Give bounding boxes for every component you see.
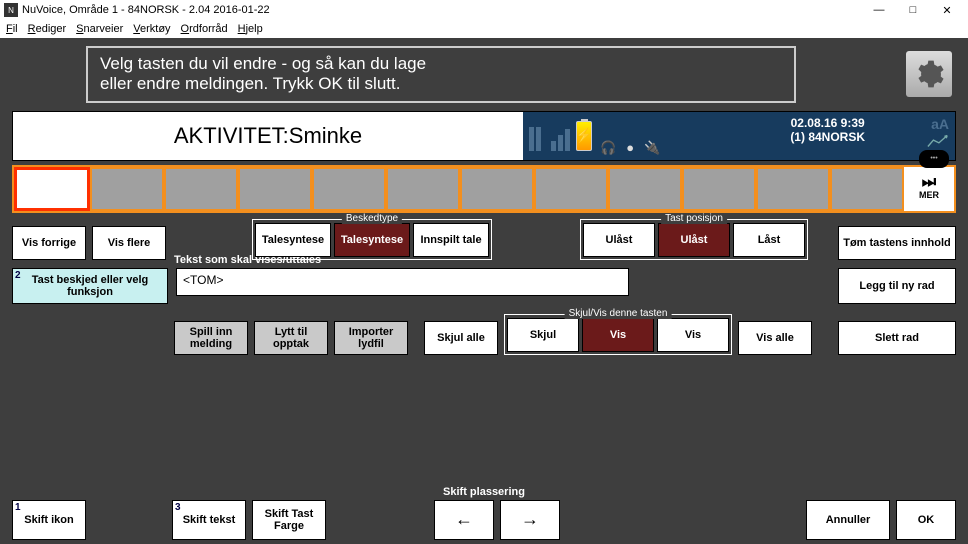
importer-lydfil-button[interactable]: Importer lydfil xyxy=(334,321,408,355)
legg-til-ny-rad-button[interactable]: Legg til ny rad xyxy=(838,268,956,304)
vis-alle-button[interactable]: Vis alle xyxy=(738,321,812,355)
microphone-icon: ● xyxy=(626,140,634,155)
menu-fil[interactable]: Fil xyxy=(6,23,18,35)
step1-number: 1 xyxy=(15,502,21,513)
menubar: Fil Rediger Snarveier Verktøy Ordforråd … xyxy=(0,20,968,38)
talesyntese-2-button[interactable]: Talesyntese xyxy=(334,223,410,257)
menu-hjelp[interactable]: Hjelp xyxy=(238,23,263,35)
skift-plassering-label: Skift plassering xyxy=(443,486,525,498)
talesyntese-1-button[interactable]: Talesyntese xyxy=(255,223,331,257)
window-titlebar: N NuVoice, Område 1 - 84NORSK - 2.04 201… xyxy=(0,0,968,20)
key-cell-10[interactable] xyxy=(682,167,756,211)
display-text: AKTIVITET:Sminke xyxy=(13,112,523,160)
key-cell-2[interactable] xyxy=(90,167,164,211)
last-button[interactable]: Låst xyxy=(733,223,805,257)
more-button[interactable]: ⏭ MER xyxy=(904,167,954,211)
key-cell-3[interactable] xyxy=(164,167,238,211)
skift-tast-farge-button[interactable]: Skift Tast Farge xyxy=(252,500,326,540)
tom-tastens-button[interactable]: Tøm tastens innhold xyxy=(838,226,956,260)
key-cell-4[interactable] xyxy=(238,167,312,211)
menu-verktoy[interactable]: Verktøy xyxy=(133,23,170,35)
plug-icon: 🔌 xyxy=(644,140,660,156)
annuller-button[interactable]: Annuller xyxy=(806,500,890,540)
signal-bars-icon xyxy=(551,129,570,151)
vis-button[interactable]: Vis xyxy=(657,318,729,352)
gear-icon xyxy=(913,58,945,90)
beskedtype-label: Beskedtype xyxy=(342,213,402,224)
spill-inn-button[interactable]: Spill inn melding xyxy=(174,321,248,355)
skift-ikon-button[interactable]: 1 Skift ikon xyxy=(12,500,86,540)
innspilt-tale-button[interactable]: Innspilt tale xyxy=(413,223,489,257)
key-cell-1[interactable] xyxy=(14,167,90,211)
step2-label: Tast beskjed eller velg funksjon xyxy=(17,274,163,298)
status-datetime: 02.08.16 9:39 xyxy=(790,116,865,130)
step2-number: 2 xyxy=(15,270,21,281)
slett-rad-button[interactable]: Slett rad xyxy=(838,321,956,355)
skift-tekst-label: Skift tekst xyxy=(183,514,236,526)
menu-rediger[interactable]: Rediger xyxy=(28,23,67,35)
headphone-icon: 🎧 xyxy=(600,140,616,156)
key-cell-7[interactable] xyxy=(460,167,534,211)
arrow-left-icon: ← xyxy=(455,510,473,530)
speech-bubble-icon[interactable]: ••• xyxy=(919,150,949,168)
arrow-right-icon: → xyxy=(521,510,539,530)
volume-bars-icon xyxy=(529,127,541,151)
skjul-alle-button[interactable]: Skjul alle xyxy=(424,321,498,355)
menu-snarveier[interactable]: Snarveier xyxy=(76,23,123,35)
instruction-line1: Velg tasten du vil endre - og så kan du … xyxy=(100,54,782,74)
font-size-indicator[interactable]: aA xyxy=(931,116,949,132)
maximize-button[interactable]: □ xyxy=(896,0,930,20)
settings-button[interactable] xyxy=(906,51,952,97)
display-row: AKTIVITET:Sminke ⚡ 🎧 ● 🔌 02.08.16 9:39 (… xyxy=(12,111,956,161)
key-cell-6[interactable] xyxy=(386,167,460,211)
close-button[interactable]: ✕ xyxy=(930,0,964,20)
vis-forrige-button[interactable]: Vis forrige xyxy=(12,226,86,260)
vis-selected-button[interactable]: Vis xyxy=(582,318,654,352)
key-cell-8[interactable] xyxy=(534,167,608,211)
message-text-input[interactable]: <TOM> xyxy=(176,268,629,296)
instruction-line2: eller endre meldingen. Trykk OK til slut… xyxy=(100,74,782,94)
skjul-vis-label: Skjul/Vis denne tasten xyxy=(565,308,672,319)
key-cell-11[interactable] xyxy=(756,167,830,211)
step3-number: 3 xyxy=(175,502,181,513)
step2-button[interactable]: 2 Tast beskjed eller velg funksjon xyxy=(12,268,168,304)
status-panel: ⚡ 🎧 ● 🔌 02.08.16 9:39 (1) 84NORSK aA ••• xyxy=(523,112,955,160)
minimize-button[interactable]: — xyxy=(862,0,896,20)
fast-forward-icon: ⏭ xyxy=(922,177,936,190)
window-title: NuVoice, Område 1 - 84NORSK - 2.04 2016-… xyxy=(22,4,862,16)
key-cell-5[interactable] xyxy=(312,167,386,211)
app-icon: N xyxy=(4,3,18,17)
move-right-button[interactable]: → xyxy=(500,500,560,540)
move-left-button[interactable]: ← xyxy=(434,500,494,540)
tast-posisjon-group: Tast posisjon Ulåst Ulåst Låst xyxy=(580,219,808,260)
skift-ikon-label: Skift ikon xyxy=(24,514,74,526)
ok-button[interactable]: OK xyxy=(896,500,956,540)
beskedtype-group: Beskedtype Talesyntese Talesyntese Innsp… xyxy=(252,219,492,260)
skjul-button[interactable]: Skjul xyxy=(507,318,579,352)
lytt-til-button[interactable]: Lytt til opptak xyxy=(254,321,328,355)
key-cell-12[interactable] xyxy=(830,167,904,211)
ulast-2-button[interactable]: Ulåst xyxy=(658,223,730,257)
skift-tekst-button[interactable]: 3 Skift tekst xyxy=(172,500,246,540)
ulast-1-button[interactable]: Ulåst xyxy=(583,223,655,257)
skjul-vis-group: Skjul/Vis denne tasten Skjul Vis Vis xyxy=(504,314,732,355)
vis-flere-button[interactable]: Vis flere xyxy=(92,226,166,260)
battery-icon: ⚡ xyxy=(576,121,592,151)
more-label: MER xyxy=(919,190,939,200)
menu-ordforrad[interactable]: Ordforråd xyxy=(181,23,228,35)
key-grid: ⏭ MER xyxy=(12,165,956,213)
tast-posisjon-label: Tast posisjon xyxy=(661,213,727,224)
key-cell-9[interactable] xyxy=(608,167,682,211)
instruction-message: Velg tasten du vil endre - og så kan du … xyxy=(86,46,796,103)
chart-icon[interactable] xyxy=(927,134,949,148)
status-profile: (1) 84NORSK xyxy=(790,130,865,144)
